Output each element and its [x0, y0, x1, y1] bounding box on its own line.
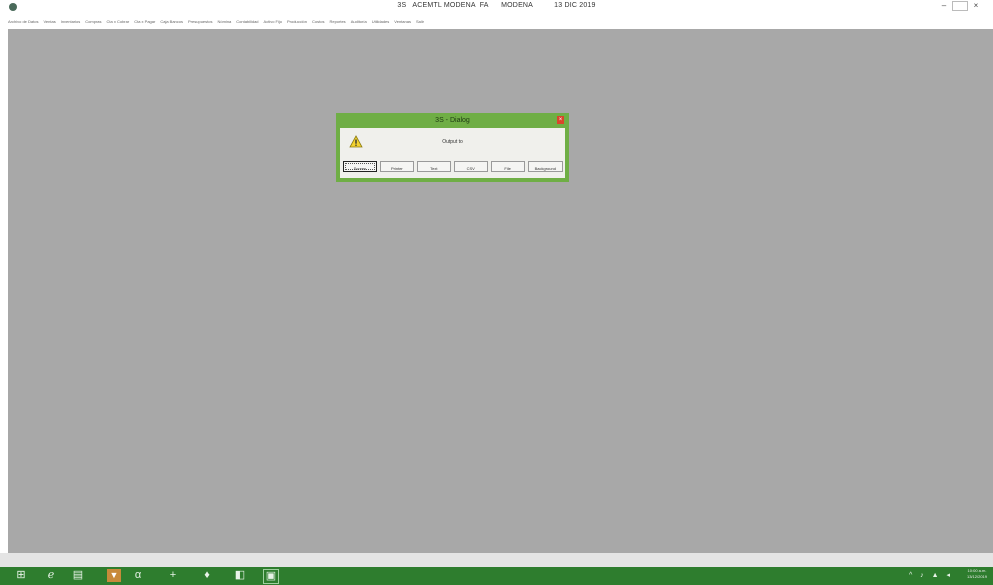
taskbar-app-icon-2[interactable]: α: [131, 569, 145, 582]
menu-item-activo-fijo[interactable]: Activo Fijo: [264, 19, 282, 24]
taskbar-app-icon-5[interactable]: ◧: [233, 569, 247, 582]
menu-item-utilidades[interactable]: Utilidades: [372, 19, 390, 24]
file-explorer-icon[interactable]: ▤: [71, 569, 85, 582]
dialog-title: 3S - Dialog: [435, 117, 470, 124]
workspace-area: [8, 29, 993, 553]
printer-button[interactable]: Printer: [379, 161, 414, 172]
menu-bar: Archivo de Datos Ventas Inventarios Comp…: [0, 14, 993, 29]
close-button[interactable]: ×: [971, 1, 981, 11]
menu-item-compras[interactable]: Compras: [85, 19, 101, 24]
menu-item-salir[interactable]: Salir: [416, 19, 424, 24]
menu-item-nomina[interactable]: Nómina: [217, 19, 231, 24]
menu-item-ventas[interactable]: Ventas: [43, 19, 55, 24]
dialog-button-row: Screen Printer Text CSV File Background: [343, 161, 563, 173]
taskbar-app-icon-3[interactable]: +: [166, 569, 180, 582]
taskbar: ⊞ ℯ ▤ ▼ α + ♦ ◧ ▣ ^ ♪ ▲ ◂ 10:00 a.m. 13/…: [0, 567, 993, 585]
menu-item-produccion[interactable]: Producción: [287, 19, 307, 24]
dialog-close-button[interactable]: ×: [557, 116, 564, 124]
menu-item-ventanas[interactable]: Ventanas: [394, 19, 411, 24]
taskbar-app-icon-1[interactable]: ▼: [107, 569, 121, 582]
edge-browser-icon[interactable]: ℯ: [44, 569, 58, 582]
maximize-button[interactable]: [952, 1, 968, 11]
output-dialog: 3S - Dialog × Output to Screen Printer T…: [336, 113, 569, 182]
menu-item-reportes[interactable]: Reportes: [329, 19, 345, 24]
minimize-button[interactable]: –: [939, 1, 949, 11]
clock-date: 13/12/2019: [966, 574, 987, 579]
menu-item-contabilidad[interactable]: Contabilidad: [236, 19, 258, 24]
background-button[interactable]: Background: [527, 161, 563, 172]
dialog-body: Output to Screen Printer Text CSV File B…: [340, 128, 565, 178]
menu-item-inventarios[interactable]: Inventarios: [61, 19, 81, 24]
clock[interactable]: 10:00 a.m. 13/12/2019: [967, 568, 987, 580]
menu-item-auditoria[interactable]: Auditoría: [351, 19, 367, 24]
window-title: 3S ACEMTL MODENA FA MODENA 13 DIC 2019: [397, 2, 596, 9]
menu-item-cta-pagar[interactable]: Cta x Pagar: [134, 19, 155, 24]
taskbar-app-icon-6[interactable]: ▣: [263, 569, 279, 584]
screen-button[interactable]: Screen: [343, 161, 377, 172]
taskbar-app-icon-4[interactable]: ♦: [200, 569, 214, 582]
text-button[interactable]: Text: [416, 161, 451, 172]
window-controls: – ×: [939, 1, 981, 11]
status-strip: [0, 553, 993, 567]
windows-start-icon[interactable]: ⊞: [14, 569, 28, 582]
file-button[interactable]: File: [490, 161, 525, 172]
menu-item-caja-bancos[interactable]: Caja Bancos: [160, 19, 183, 24]
system-tray-icons[interactable]: ^ ♪ ▲ ◂: [909, 571, 953, 579]
csv-button[interactable]: CSV: [453, 161, 488, 172]
menu-item-archivo[interactable]: Archivo de Datos: [8, 19, 38, 24]
menu-item-costos[interactable]: Costos: [312, 19, 324, 24]
menu-item-presupuestos[interactable]: Presupuestos: [188, 19, 212, 24]
dialog-message: Output to: [442, 139, 463, 145]
title-bar: 3S ACEMTL MODENA FA MODENA 13 DIC 2019 –…: [0, 0, 993, 14]
menu-item-cta-cobrar[interactable]: Cta x Cobrar: [107, 19, 130, 24]
